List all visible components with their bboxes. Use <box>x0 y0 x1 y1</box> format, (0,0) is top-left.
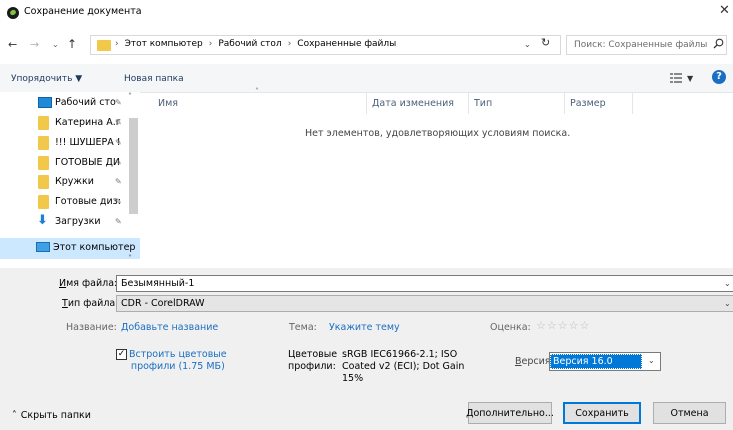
organize-button[interactable]: Упорядочить ▼ <box>11 74 82 84</box>
cancel-button[interactable]: Отмена <box>653 402 726 424</box>
folder-icon <box>38 156 49 170</box>
version-label: Версия: <box>515 356 554 367</box>
folder-icon <box>38 175 49 189</box>
back-arrow-icon[interactable]: ← <box>8 38 17 51</box>
subject-label: Тема: <box>289 322 317 333</box>
sidebar-item-downloads[interactable]: Загрузки <box>55 216 101 227</box>
up-arrow-icon[interactable]: ↑ <box>67 37 77 51</box>
column-header-size[interactable]: Размер <box>570 98 606 109</box>
refresh-icon[interactable]: ↻ <box>541 36 550 49</box>
column-header-type[interactable]: Тип <box>474 98 492 109</box>
search-input[interactable]: Поиск: Сохраненные файлы <box>574 40 707 50</box>
breadcrumb: › Этот компьютер › Рабочий стол › Сохран… <box>115 39 396 49</box>
filetype-dropdown-chevron-icon[interactable]: ⌄ <box>724 299 731 308</box>
recent-locations-chevron-icon[interactable]: ⌄ <box>52 40 59 49</box>
column-header-name[interactable]: Имя <box>158 98 178 109</box>
column-divider[interactable] <box>564 92 565 114</box>
column-header-date[interactable]: Дата изменения <box>372 98 454 109</box>
pin-icon: ✎ <box>115 118 122 127</box>
pin-icon: ✎ <box>115 98 122 107</box>
sort-indicator-icon: ˄ <box>255 87 259 96</box>
folder-icon <box>97 40 111 51</box>
sidebar-item-shushera[interactable]: !!! ШУШЕРА ! <box>55 137 121 148</box>
embed-profiles-label[interactable]: Встроить цветовые профили (1.75 МБ) <box>129 349 227 373</box>
scroll-down-arrow-icon[interactable]: ˅ <box>128 254 132 263</box>
pin-icon: ✎ <box>115 158 122 167</box>
advanced-button[interactable]: Дополнительно... <box>466 402 554 424</box>
sidebar-item-kruzhki[interactable]: Кружки <box>55 176 94 187</box>
column-divider[interactable] <box>632 92 633 114</box>
folder-icon <box>38 195 49 209</box>
scroll-up-arrow-icon[interactable]: ˄ <box>128 92 132 101</box>
subject-field[interactable]: Укажите тему <box>329 322 400 333</box>
filetype-select[interactable]: CDR - CorelDRAW <box>116 295 733 312</box>
rating-label: Оценка: <box>490 322 531 333</box>
pin-icon: ✎ <box>115 177 122 186</box>
change-view-button[interactable]: ▼ <box>670 71 694 85</box>
address-dropdown-chevron-icon[interactable]: ⌄ <box>524 40 531 49</box>
computer-icon <box>36 242 50 252</box>
filetype-label: Тип файла: <box>62 298 119 309</box>
pin-icon: ✎ <box>115 217 122 226</box>
color-profiles-label: Цветовые профили: <box>288 349 338 372</box>
sidebar-item-katerina[interactable]: Катерина А.г <box>55 117 121 128</box>
toolbar <box>0 64 733 93</box>
desktop-icon <box>38 97 52 108</box>
embed-profiles-checkbox[interactable]: ✓ <box>116 349 127 360</box>
column-divider[interactable] <box>468 92 469 114</box>
title-label: Название: <box>66 322 117 333</box>
chevron-up-icon: ˄ <box>12 410 17 421</box>
window-title: Сохранение документа <box>24 6 142 17</box>
download-icon: ⬇ <box>37 213 48 228</box>
version-dropdown-chevron-icon[interactable]: ⌄ <box>648 356 655 365</box>
sidebar-item-this-computer[interactable]: Этот компьютер <box>53 242 135 253</box>
breadcrumb-separator-icon: › <box>208 39 213 49</box>
details-view-icon <box>670 73 682 83</box>
column-divider[interactable] <box>366 92 367 114</box>
close-icon[interactable]: ✕ <box>719 3 730 18</box>
folder-icon <box>38 116 49 130</box>
sidebar-item-desktop[interactable]: Рабочий сто <box>55 97 116 108</box>
color-profiles-value: sRGB IEC61966-2.1; ISO Coated v2 (ECI); … <box>342 349 465 384</box>
breadcrumb-item-desktop[interactable]: Рабочий стол <box>218 39 281 49</box>
search-icon[interactable] <box>713 38 724 49</box>
save-button[interactable]: Сохранить <box>563 402 641 424</box>
hide-folders-button[interactable]: ˄ Скрыть папки <box>12 410 91 421</box>
sidebar-item-gotovye-di[interactable]: ГОТОВЫЕ ДИ <box>55 157 120 168</box>
new-folder-button[interactable]: Новая папка <box>124 74 184 84</box>
scrollbar-thumb[interactable] <box>129 118 138 214</box>
forward-arrow-icon[interactable]: → <box>30 38 39 51</box>
pin-icon: ✎ <box>115 138 122 147</box>
breadcrumb-separator-icon: › <box>287 39 292 49</box>
help-icon[interactable]: ? <box>712 70 726 84</box>
version-selected-value[interactable]: Версия 16.0 <box>550 354 642 369</box>
breadcrumb-item-saved-files[interactable]: Сохраненные файлы <box>297 39 396 49</box>
filename-label: Имя файла: <box>59 278 118 289</box>
title-field[interactable]: Добавьте название <box>121 322 218 333</box>
folder-icon <box>38 136 49 150</box>
filename-input[interactable]: Безымянный-1 <box>116 275 733 292</box>
empty-list-message: Нет элементов, удовлетворяющих условиям … <box>305 128 571 139</box>
pin-icon: ✎ <box>115 197 122 206</box>
filename-dropdown-chevron-icon[interactable]: ⌄ <box>724 279 731 288</box>
view-dropdown-arrow-icon: ▼ <box>687 73 694 83</box>
coreldraw-app-icon <box>7 7 19 19</box>
breadcrumb-separator-icon: › <box>115 39 119 49</box>
rating-stars-icon[interactable]: ☆☆☆☆☆ <box>536 319 590 332</box>
breadcrumb-item-computer[interactable]: Этот компьютер <box>125 39 203 49</box>
sidebar-item-gotovye-diz[interactable]: Готовые диз: <box>55 196 121 207</box>
